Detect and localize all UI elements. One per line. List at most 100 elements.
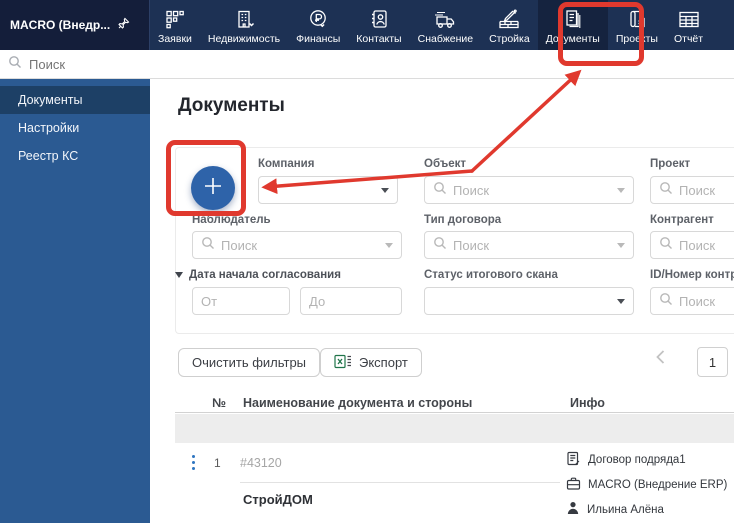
chevron-down-icon bbox=[617, 187, 625, 193]
search-icon bbox=[659, 236, 673, 255]
nav-label: Снабжение bbox=[417, 33, 474, 45]
app-window: MACRO (Внедр... Заявки Недвижимость Фина… bbox=[0, 0, 734, 523]
scan-status-filter-select[interactable] bbox=[424, 287, 634, 315]
object-filter-input[interactable] bbox=[453, 182, 611, 198]
workspace-name: MACRO (Внедр... bbox=[10, 18, 111, 32]
table-group-band bbox=[175, 414, 734, 443]
date-to-field[interactable] bbox=[300, 287, 402, 315]
column-header-name: Наименование документа и стороны bbox=[243, 396, 473, 410]
sidebar: Документы Настройки Реестр КС bbox=[0, 79, 150, 523]
pushpin-icon[interactable] bbox=[117, 17, 130, 33]
search-icon bbox=[433, 181, 447, 200]
approval-date-filter-label[interactable]: Дата начала согласования bbox=[175, 269, 341, 281]
document-icon bbox=[566, 451, 581, 469]
nav-item-kontakty[interactable]: Контакты bbox=[348, 0, 409, 50]
date-from-field[interactable] bbox=[192, 287, 290, 315]
main-nav: Заявки Недвижимость Финансы Контакты Сна… bbox=[150, 0, 734, 50]
export-button[interactable]: Экспорт bbox=[320, 348, 422, 377]
search-icon bbox=[433, 236, 447, 255]
date-from-input[interactable] bbox=[201, 293, 281, 309]
nav-item-finansy[interactable]: Финансы bbox=[288, 0, 348, 50]
chevron-left-icon bbox=[655, 349, 666, 370]
company-filter-select[interactable] bbox=[258, 176, 398, 204]
object-filter-label: Объект bbox=[424, 158, 467, 170]
object-filter-select[interactable] bbox=[424, 176, 634, 204]
project-filter-select[interactable] bbox=[650, 176, 734, 204]
nav-item-dokumenty[interactable]: Документы bbox=[537, 0, 608, 50]
nav-label: Финансы bbox=[296, 33, 341, 45]
documents-icon bbox=[562, 8, 584, 30]
sidebar-search[interactable] bbox=[0, 50, 150, 78]
workspace-switcher[interactable]: MACRO (Внедр... bbox=[0, 0, 150, 50]
row-inner-divider bbox=[240, 482, 560, 483]
search-icon bbox=[659, 292, 673, 311]
contract-id-filter-input[interactable] bbox=[679, 293, 734, 309]
ruble-circle-icon bbox=[307, 8, 329, 30]
row-party-name: СтройДОМ bbox=[243, 492, 313, 507]
briefcase-icon bbox=[566, 476, 581, 494]
excel-export-icon bbox=[334, 354, 352, 372]
plus-icon bbox=[202, 175, 224, 202]
construction-icon bbox=[497, 8, 521, 30]
nav-item-stroyka[interactable]: Стройка bbox=[481, 0, 538, 50]
sidebar-item-nastroyki[interactable]: Настройки bbox=[0, 114, 150, 142]
clear-filters-button[interactable]: Очистить фильтры bbox=[178, 348, 321, 377]
nav-item-snabzhenie[interactable]: Снабжение bbox=[410, 0, 481, 50]
company-filter-label: Компания bbox=[258, 158, 315, 170]
pagination-page-input[interactable] bbox=[697, 347, 728, 377]
chevron-down-icon bbox=[385, 242, 393, 248]
nav-label: Недвижимость bbox=[207, 33, 281, 45]
observer-filter-input[interactable] bbox=[221, 237, 379, 253]
row-doc-id: #43120 bbox=[240, 456, 282, 470]
column-header-info: Инфо bbox=[570, 396, 605, 410]
building-icon bbox=[233, 8, 255, 30]
truck-icon bbox=[433, 8, 457, 30]
scan-status-filter-label: Статус итогового скана bbox=[424, 269, 558, 281]
table-header-divider bbox=[175, 412, 734, 413]
counterparty-filter-input[interactable] bbox=[679, 237, 734, 253]
nav-label: Контакты bbox=[356, 33, 402, 45]
nav-label: Стройка bbox=[489, 33, 530, 45]
nav-item-zayavki[interactable]: Заявки bbox=[150, 0, 200, 50]
counterparty-filter-select[interactable] bbox=[650, 231, 734, 259]
blueprint-icon bbox=[626, 8, 648, 30]
sidebar-item-dokumenty[interactable]: Документы bbox=[0, 86, 150, 114]
row-info-company: MACRO (Внедрение ERP) bbox=[566, 476, 727, 494]
row-info-contract: Договор подряда1 bbox=[566, 451, 686, 469]
observer-filter-select[interactable] bbox=[192, 231, 402, 259]
top-bar: MACRO (Внедр... Заявки Недвижимость Фина… bbox=[0, 0, 734, 50]
search-icon bbox=[659, 181, 673, 200]
nav-label: Проекты bbox=[615, 33, 658, 45]
observer-filter-label: Наблюдатель bbox=[192, 214, 271, 226]
pagination-prev-button[interactable] bbox=[655, 349, 666, 369]
search-icon bbox=[8, 55, 22, 74]
contract-id-filter-field[interactable] bbox=[650, 287, 734, 315]
nav-item-nedvizhimost[interactable]: Недвижимость bbox=[200, 0, 288, 50]
chevron-down-icon bbox=[617, 298, 625, 304]
row-menu-icon[interactable] bbox=[190, 453, 197, 472]
sidebar-search-input[interactable] bbox=[29, 56, 129, 72]
contract-id-filter-label: ID/Номер контра bbox=[650, 269, 734, 281]
sidebar-item-reestr-ks[interactable]: Реестр КС bbox=[0, 142, 150, 170]
contract-type-filter-input[interactable] bbox=[453, 237, 611, 253]
counterparty-filter-label: Контрагент bbox=[650, 214, 714, 226]
page-title: Документы bbox=[178, 95, 285, 116]
chevron-down-icon bbox=[617, 242, 625, 248]
collapse-triangle-icon bbox=[175, 272, 183, 278]
secondary-header bbox=[0, 50, 734, 79]
search-icon bbox=[201, 236, 215, 255]
row-info-person: Ильина Алёна bbox=[566, 501, 664, 518]
nav-label: Отчёт bbox=[673, 33, 704, 45]
contract-type-filter-select[interactable] bbox=[424, 231, 634, 259]
row-number: 1 bbox=[214, 456, 221, 470]
report-table-icon bbox=[677, 8, 701, 30]
project-filter-label: Проект bbox=[650, 158, 691, 170]
add-document-button[interactable] bbox=[191, 166, 235, 210]
nav-item-otchet[interactable]: Отчёт bbox=[666, 0, 711, 50]
nav-label: Заявки bbox=[158, 33, 192, 45]
chevron-down-icon bbox=[381, 187, 389, 193]
nav-label: Документы bbox=[545, 33, 600, 45]
date-to-input[interactable] bbox=[309, 293, 393, 309]
project-filter-input[interactable] bbox=[679, 182, 734, 198]
nav-item-proekty[interactable]: Проекты bbox=[608, 0, 666, 50]
